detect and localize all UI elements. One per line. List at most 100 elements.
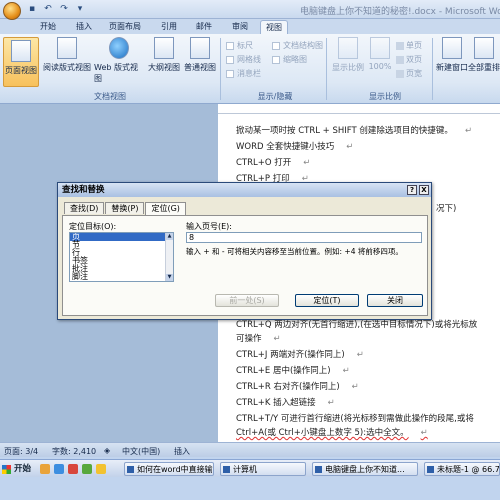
insert-mode-status[interactable]: 插入 bbox=[174, 446, 190, 457]
group-separator bbox=[432, 38, 433, 100]
print-layout-icon bbox=[11, 40, 31, 62]
tab-home[interactable]: 开始 bbox=[34, 20, 62, 34]
scroll-down-icon[interactable]: ▼ bbox=[166, 274, 173, 281]
scroll-up-icon[interactable]: ▲ bbox=[166, 233, 173, 240]
reading-layout-label: 阅读版式视图 bbox=[43, 63, 91, 72]
language-status[interactable]: 中文(中国) bbox=[122, 446, 160, 457]
horizontal-ruler[interactable] bbox=[218, 104, 500, 114]
draft-button[interactable]: 普通视图 bbox=[182, 37, 218, 73]
one-page-icon bbox=[396, 41, 404, 50]
arrange-all-label: 全部重排 bbox=[468, 63, 500, 72]
web-layout-button[interactable]: Web 版式视图 bbox=[94, 37, 144, 84]
taskbar-row: 开始 如何在word中直接输 计算机 电脑键盘上你不知道... 未标题-1 @ … bbox=[0, 459, 500, 477]
taskbar-item-word[interactable]: 电脑键盘上你不知道... bbox=[312, 462, 418, 476]
outline-icon bbox=[154, 37, 174, 59]
doc-map-checkbox[interactable]: 文档结构图 bbox=[272, 40, 323, 51]
word-count[interactable]: 字数: 2,410 bbox=[52, 446, 96, 457]
thumbnails-checkbox[interactable]: 缩略图 bbox=[272, 54, 307, 65]
quicklaunch-icon[interactable] bbox=[82, 464, 92, 474]
one-page-button[interactable]: 单页 bbox=[396, 40, 422, 51]
previous-button[interactable]: 前一处(S) bbox=[215, 294, 279, 307]
ruler-checkbox[interactable]: 标尺 bbox=[226, 40, 253, 51]
draft-label: 普通视图 bbox=[184, 63, 216, 72]
list-item[interactable]: 脚注 bbox=[70, 273, 173, 281]
new-window-label: 新建窗口 bbox=[436, 63, 468, 72]
tab-page-layout[interactable]: 页面布局 bbox=[105, 20, 145, 34]
quick-access-toolbar: ▪ ↶ ↷ ▾ bbox=[26, 3, 86, 15]
tab-review[interactable]: 审阅 bbox=[226, 20, 254, 34]
taskbar-item-photoshop[interactable]: 未标题-1 @ 66.7% bbox=[424, 462, 500, 476]
redo-icon[interactable]: ↷ bbox=[58, 3, 70, 15]
quicklaunch-icon[interactable] bbox=[40, 464, 50, 474]
thumbnails-label: 缩略图 bbox=[283, 55, 307, 64]
quicklaunch-icon[interactable] bbox=[96, 464, 106, 474]
undo-icon[interactable]: ↶ bbox=[42, 3, 54, 15]
help-button[interactable]: ? bbox=[407, 185, 417, 195]
print-layout-label: 页面视图 bbox=[5, 66, 37, 75]
zoom-button[interactable]: 显示比例 bbox=[330, 37, 366, 73]
page-width-button[interactable]: 页宽 bbox=[396, 68, 422, 79]
page-width-label: 页宽 bbox=[406, 69, 422, 78]
quicklaunch-icon[interactable] bbox=[54, 464, 64, 474]
gridlines-label: 网格线 bbox=[237, 55, 261, 64]
customize-qat-icon[interactable]: ▾ bbox=[74, 3, 86, 15]
page-width-icon bbox=[396, 69, 404, 78]
taskbar-item-browser[interactable]: 如何在word中直接输 bbox=[124, 462, 214, 476]
arrange-all-button[interactable]: 全部重排 bbox=[468, 37, 500, 73]
doc-line: CTRL+K 插入超链接 ↵ bbox=[236, 398, 335, 408]
group-label-zoom: 显示比例 bbox=[369, 92, 401, 101]
checkbox-icon bbox=[226, 41, 234, 50]
tab-references[interactable]: 引用 bbox=[155, 20, 183, 34]
ribbon-tabs: 开始 插入 页面布局 引用 邮件 审阅 视图 bbox=[0, 19, 500, 34]
close-icon[interactable]: X bbox=[419, 185, 429, 195]
office-button[interactable] bbox=[3, 2, 21, 20]
gridlines-checkbox[interactable]: 网格线 bbox=[226, 54, 261, 65]
group-label-views: 文档视图 bbox=[94, 92, 126, 101]
doc-line: Ctrl+A(或 Ctrl+小键盘上数字 5):选中全文。 ↵ bbox=[236, 428, 428, 438]
checkbox-icon bbox=[226, 69, 234, 78]
arrange-all-icon bbox=[474, 37, 494, 59]
page-number-input[interactable]: 8 bbox=[186, 232, 422, 243]
two-pages-icon bbox=[396, 55, 404, 64]
message-bar-checkbox[interactable]: 消息栏 bbox=[226, 68, 261, 79]
doc-line: CTRL+R 右对齐(操作同上) ↵ bbox=[236, 382, 359, 392]
group-separator bbox=[220, 38, 221, 100]
new-window-icon bbox=[442, 37, 462, 59]
spellcheck-icon[interactable]: ◈ bbox=[104, 446, 110, 455]
outline-button[interactable]: 大纲视图 bbox=[146, 37, 182, 73]
goto-what-list[interactable]: 页 节 行 书签 批注 脚注 ▲ ▼ bbox=[69, 232, 174, 282]
zoom-label: 显示比例 bbox=[332, 63, 364, 72]
message-bar-label: 消息栏 bbox=[237, 69, 261, 78]
start-button[interactable]: 开始 bbox=[0, 461, 36, 477]
doc-line: CTRL+O 打开 ↵ bbox=[236, 158, 311, 168]
taskbar-item-computer[interactable]: 计算机 bbox=[220, 462, 306, 476]
taskbar: 开始 如何在word中直接输 计算机 电脑键盘上你不知道... 未标题-1 @ … bbox=[0, 457, 500, 500]
tab-mailings[interactable]: 邮件 bbox=[190, 20, 218, 34]
print-layout-button[interactable]: 页面视图 bbox=[3, 37, 39, 87]
quicklaunch-icon[interactable] bbox=[68, 464, 78, 474]
window-title: 电脑键盘上你不知道的秘密!.docx - Microsoft Wo bbox=[300, 7, 500, 17]
tab-replace[interactable]: 替换(P) bbox=[105, 202, 145, 214]
doc-line: CTRL+J 两端对齐(操作同上) ↵ bbox=[236, 350, 364, 360]
goto-button[interactable]: 定位(T) bbox=[295, 294, 359, 307]
ruler-label: 标尺 bbox=[237, 41, 253, 50]
group-separator bbox=[326, 38, 327, 100]
tab-view[interactable]: 视图 bbox=[260, 20, 288, 34]
dialog-title-bar[interactable]: 查找和替换 ? X bbox=[58, 183, 431, 197]
tab-goto[interactable]: 定位(G) bbox=[145, 202, 186, 215]
zoom-100-button[interactable]: 100% bbox=[366, 37, 394, 71]
doc-line: WORD 全套快捷键小技巧 ↵ bbox=[236, 142, 354, 152]
tab-insert[interactable]: 插入 bbox=[70, 20, 98, 34]
close-button[interactable]: 关闭 bbox=[367, 294, 423, 307]
ribbon: 页面视图 阅读版式视图 Web 版式视图 大纲视图 普通视图 文档视图 标尺 网… bbox=[0, 34, 500, 104]
list-item[interactable]: 节 bbox=[70, 241, 173, 249]
two-pages-button[interactable]: 双页 bbox=[396, 54, 422, 65]
save-icon[interactable]: ▪ bbox=[26, 3, 38, 15]
reading-layout-button[interactable]: 阅读版式视图 bbox=[42, 37, 92, 73]
page-count[interactable]: 页面: 3/4 bbox=[4, 446, 38, 457]
doc-line: 掀动某一项时按 CTRL + SHIFT 创建除选项目的快捷键。 ↵ bbox=[236, 126, 473, 136]
tab-find[interactable]: 查找(D) bbox=[64, 202, 105, 214]
list-scrollbar[interactable]: ▲ ▼ bbox=[165, 233, 173, 281]
new-window-button[interactable]: 新建窗口 bbox=[436, 37, 468, 73]
list-item[interactable]: 页 bbox=[70, 233, 173, 241]
